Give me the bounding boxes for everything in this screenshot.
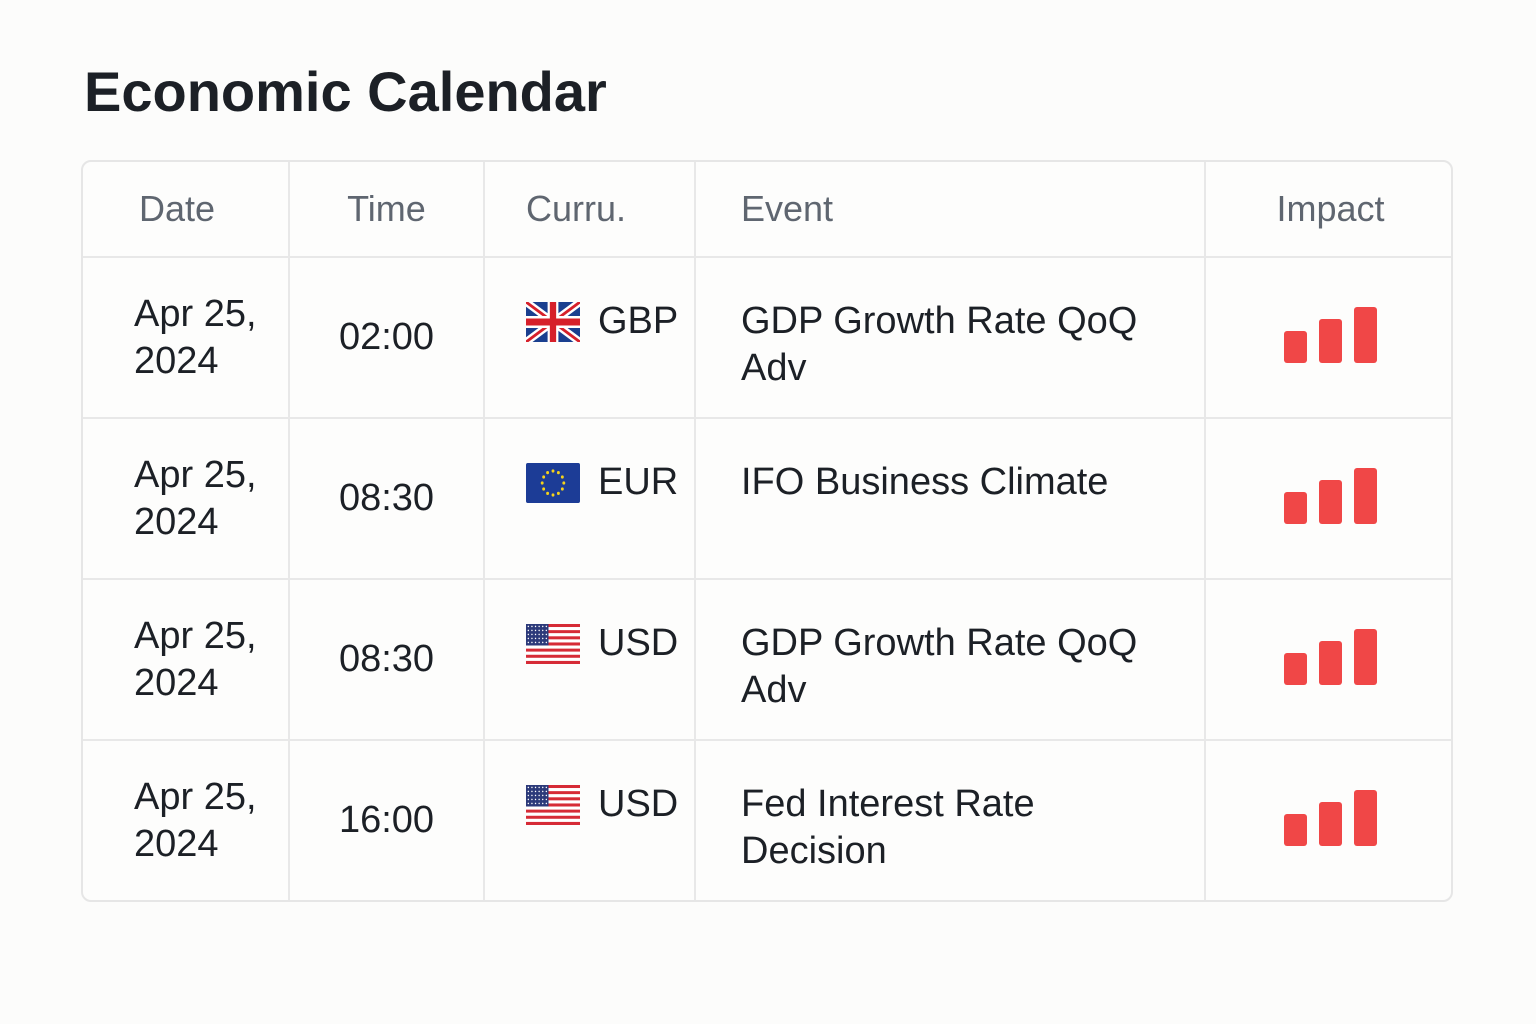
impact-bar [1284,814,1307,846]
cell-date: Apr 25, 2024 [83,740,290,900]
column-header-date[interactable]: Date [83,162,290,258]
cell-impact [1205,740,1451,900]
impact-bar [1284,491,1307,524]
impact-bars-icon [1284,790,1377,846]
column-header-time[interactable]: Time [289,162,485,258]
column-header-impact[interactable]: Impact [1205,162,1451,258]
currency-code: USD [598,622,679,664]
economic-calendar-page: Economic Calendar Date Time Curru. Event… [0,0,1536,1024]
cell-date: Apr 25, 2024 [83,579,290,741]
impact-bar [1354,306,1377,363]
impact-bars-icon [1284,467,1377,524]
currency-wrapper: EUR [526,459,693,506]
table-row[interactable]: Apr 25, 2024 16:00 USD Fed Interest Rate De… [83,740,1451,900]
page-title: Economic Calendar [84,60,607,123]
calendar-table: Date Time Curru. Event Impact Apr 25, 20… [83,162,1451,900]
cell-event[interactable]: IFO Business Climate [695,418,1206,580]
currency-code: USD [598,783,679,825]
cell-event[interactable]: Fed Interest Rate Decision [695,740,1206,900]
cell-impact [1205,579,1451,741]
impact-bar [1319,318,1342,363]
impact-bars-icon [1284,628,1377,685]
currency-code: GBP [598,300,679,342]
table-row[interactable]: Apr 25, 2024 02:00 GBP GDP Growth Rate QoQ … [83,257,1451,419]
cell-currency: USD [484,740,696,900]
cell-time: 02:00 [289,257,485,419]
cell-currency: USD [484,579,696,741]
table-body: Apr 25, 2024 02:00 GBP GDP Growth Rate QoQ … [83,257,1451,900]
currency-wrapper: USD [526,781,693,828]
currency-code: EUR [598,461,679,503]
currency-wrapper: GBP [526,298,693,345]
impact-bars-icon [1284,306,1377,363]
us-flag-icon [526,623,580,664]
cell-event[interactable]: GDP Growth Rate QoQ Adv [695,579,1206,741]
impact-bar [1319,640,1342,685]
column-header-currency[interactable]: Curru. [484,162,696,258]
cell-currency: EUR [484,418,696,580]
cell-time: 08:30 [289,418,485,580]
table-row[interactable]: Apr 25, 2024 08:30 USD GDP Growth Rate QoQ … [83,579,1451,741]
currency-wrapper: USD [526,620,693,667]
us-flag-icon [526,784,580,825]
impact-bar [1284,330,1307,363]
impact-bar [1354,628,1377,685]
eu-flag-icon [526,462,580,503]
impact-bar [1354,467,1377,524]
impact-bar [1319,479,1342,524]
impact-bar [1284,652,1307,685]
cell-currency: GBP [484,257,696,419]
calendar-table-container: Date Time Curru. Event Impact Apr 25, 20… [81,160,1453,902]
impact-bar [1319,802,1342,846]
cell-date: Apr 25, 2024 [83,418,290,580]
cell-impact [1205,257,1451,419]
column-header-event[interactable]: Event [695,162,1206,258]
cell-time: 16:00 [289,740,485,900]
cell-time: 08:30 [289,579,485,741]
cell-event[interactable]: GDP Growth Rate QoQ Adv [695,257,1206,419]
header-row: Date Time Curru. Event Impact [83,162,1451,258]
table-header: Date Time Curru. Event Impact [83,162,1451,258]
table-row[interactable]: Apr 25, 2024 08:30 EUR IFO Business Climate [83,418,1451,580]
impact-bar [1354,790,1377,846]
cell-impact [1205,418,1451,580]
uk-flag-icon [526,301,580,342]
cell-date: Apr 25, 2024 [83,257,290,419]
